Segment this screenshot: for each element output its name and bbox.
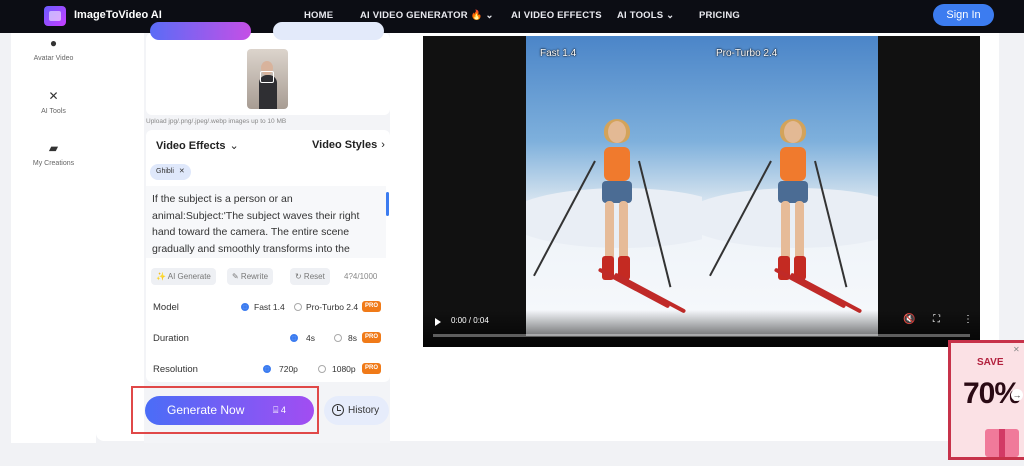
nav-ai-video-effects[interactable]: AI VIDEO EFFECTS [511, 10, 602, 21]
fullscreen-icon[interactable]: ⛶ [933, 314, 940, 325]
nav-ai-video-generator[interactable]: AI VIDEO GENERATOR 🔥 ⌄ [360, 10, 494, 21]
rewrite-button[interactable]: ✎ Rewrite [227, 268, 274, 285]
generate-now-button[interactable]: Generate Now ⌸ 4 [145, 396, 314, 425]
mode-tab-active[interactable] [150, 22, 251, 40]
model-fast-label: Fast 1.4 [254, 302, 285, 312]
nav-home[interactable]: HOME [304, 10, 333, 21]
resolution-label: Resolution [153, 364, 198, 375]
chevron-down-icon: ⌄ [229, 140, 239, 152]
play-icon[interactable] [435, 318, 441, 326]
model-label: Model [153, 302, 179, 313]
resolution-720p-label: 720p [279, 364, 298, 374]
mode-tab[interactable] [273, 22, 384, 40]
close-icon[interactable]: ✕ [1013, 345, 1020, 354]
upload-note: Upload jpg/.png/.jpeg/.webp images up to… [146, 118, 287, 125]
duration-label: Duration [153, 333, 189, 344]
close-icon[interactable]: ✕ [179, 168, 185, 175]
mute-icon[interactable]: 🔇 [903, 314, 915, 325]
promo-badge[interactable]: ✕ SAVE 70% → [948, 340, 1024, 460]
video-frame-pro: Pro-Turbo 2.4 [702, 36, 878, 336]
history-button[interactable]: History [324, 396, 389, 425]
time-display: 0:00 / 0:04 [451, 316, 489, 325]
skier-figure [533, 119, 687, 314]
character-counter: 4?4/1000 [344, 272, 378, 281]
duration-4s-radio[interactable] [290, 334, 298, 342]
history-label: History [348, 405, 380, 416]
video-styles-label: Video Styles [312, 139, 378, 151]
pro-badge: PRO [362, 301, 381, 312]
sidebar-item-my-creations[interactable]: ▰ My Creations [11, 141, 96, 167]
resolution-720p-radio[interactable] [263, 365, 271, 373]
sidebar-item-avatar-video[interactable]: ● Avatar Video [11, 36, 96, 62]
sidebar-item-label: AI Tools [41, 108, 66, 115]
arrow-right-icon[interactable]: → [1011, 389, 1023, 401]
video-player[interactable]: Fast 1.4 Pro-Turbo 2.4 0:00 / 0:04 🔇 ⛶ ⋮ [423, 36, 980, 347]
prompt-textarea[interactable]: If the subject is a person or an animal:… [146, 186, 386, 258]
logo-icon[interactable] [44, 6, 66, 26]
ai-generate-button[interactable]: ✨ AI Generate [151, 268, 216, 285]
resolution-1080p-label: 1080p [332, 364, 356, 374]
model-fast-radio[interactable] [241, 303, 249, 311]
sidebar-item-ai-tools[interactable]: ✕ AI Tools [11, 89, 96, 115]
uploaded-image-thumbnail[interactable] [247, 49, 288, 109]
video-frame-fast: Fast 1.4 [526, 36, 702, 336]
generate-label: Generate Now [167, 403, 245, 417]
effect-tag-ghibli[interactable]: Ghibli ✕ [150, 164, 191, 180]
video-label-pro: Pro-Turbo 2.4 [716, 48, 778, 59]
sidebar-item-label: My Creations [32, 160, 75, 167]
image-icon [260, 71, 274, 83]
duration-4s-label: 4s [306, 333, 315, 343]
video-styles-link[interactable]: Video Styles › [312, 139, 385, 151]
video-label-fast: Fast 1.4 [540, 48, 577, 59]
brand-name[interactable]: ImageToVideo AI [74, 9, 162, 21]
model-pro-radio[interactable] [294, 303, 302, 311]
folder-icon: ▰ [48, 141, 59, 155]
nav-pricing[interactable]: PRICING [699, 10, 740, 21]
tag-label: Ghibli [156, 168, 174, 175]
chevron-right-icon: › [381, 139, 385, 151]
duration-8s-radio[interactable] [334, 334, 342, 342]
tools-icon: ✕ [48, 89, 59, 103]
sidebar: ● Avatar Video ✕ AI Tools ▰ My Creations [11, 33, 96, 443]
more-options-icon[interactable]: ⋮ [963, 314, 973, 325]
resolution-1080p-radio[interactable] [318, 365, 326, 373]
video-effects-dropdown[interactable]: Video Effects ⌄ [156, 139, 239, 152]
avatar-icon: ● [49, 36, 58, 50]
video-effects-label: Video Effects [156, 140, 226, 152]
gift-icon [985, 429, 1019, 457]
model-pro-label: Pro-Turbo 2.4 [306, 302, 359, 312]
pro-badge: PRO [362, 332, 381, 343]
player-controls: 0:00 / 0:04 🔇 ⛶ ⋮ [423, 310, 980, 347]
nav-ai-tools[interactable]: AI TOOLS ⌄ [617, 10, 674, 21]
reset-button[interactable]: ↻ Reset [290, 268, 330, 285]
sign-in-button[interactable]: Sign In [933, 4, 994, 26]
prompt-scrollbar[interactable] [386, 192, 389, 216]
duration-8s-label: 8s [348, 333, 357, 343]
sidebar-item-label: Avatar Video [33, 55, 74, 62]
progress-bar[interactable] [433, 334, 970, 337]
skier-figure [709, 119, 863, 314]
promo-save-text: SAVE [977, 357, 1004, 368]
credit-count: ⌸ 4 [273, 405, 286, 415]
history-icon [332, 404, 344, 416]
pro-badge: PRO [362, 363, 381, 374]
